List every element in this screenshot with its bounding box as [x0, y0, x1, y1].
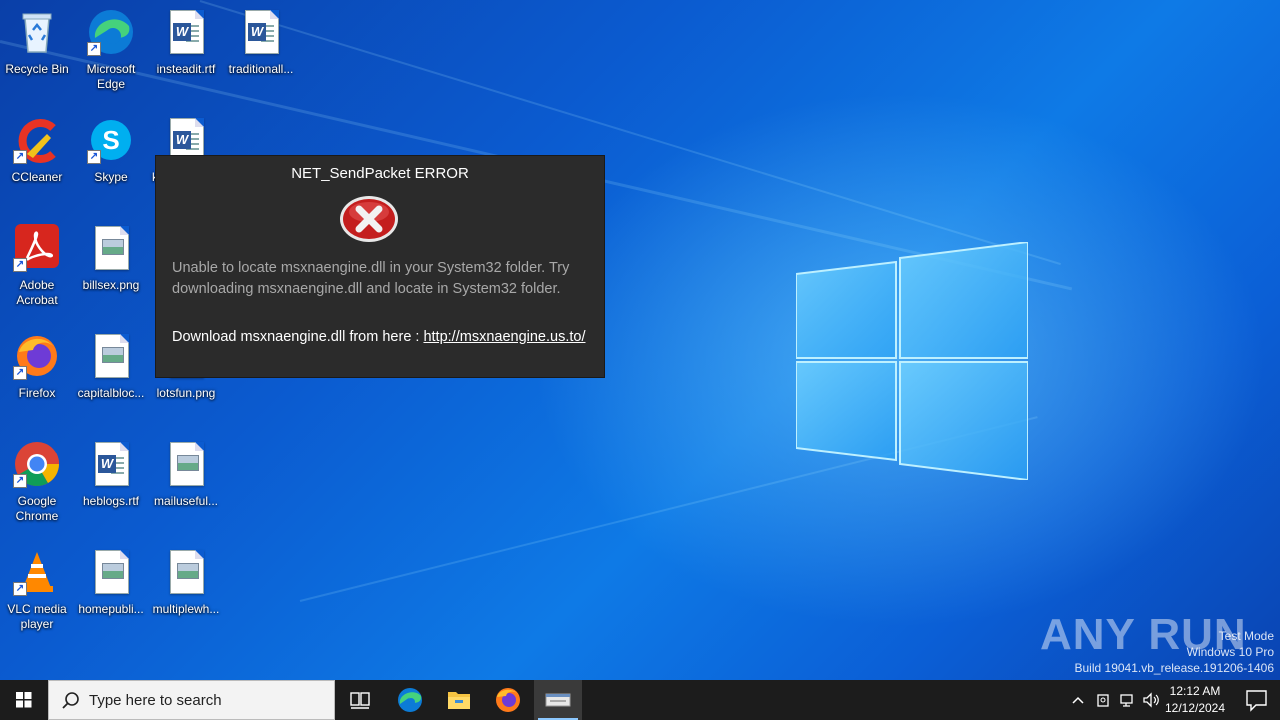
desktop: Recycle Bin ↗ CCleaner ↗ Adobe Acrobat ↗…: [0, 0, 1280, 680]
desktop-icon-skype[interactable]: S ↗ Skype: [74, 116, 148, 185]
desktop-icon-firefox[interactable]: ↗ Firefox: [0, 332, 74, 401]
windows-start-icon: [16, 692, 32, 708]
start-button[interactable]: [0, 680, 48, 720]
icon-label: traditionall...: [228, 62, 294, 76]
watermark-line: Windows 10 Pro: [1186, 645, 1274, 659]
desktop-icon-adobe-acrobat[interactable]: ↗ Adobe Acrobat: [0, 224, 74, 308]
app-window-icon: [545, 693, 571, 707]
desktop-icon-insteadit[interactable]: W insteadit.rtf: [149, 8, 223, 77]
vlc-icon: ↗: [13, 548, 61, 596]
taskbar-active-window-button[interactable]: [534, 680, 582, 720]
error-x-icon: [339, 195, 399, 243]
icon-label: homepubli...: [78, 602, 144, 616]
icon-label: mailuseful...: [153, 494, 219, 508]
word-doc-icon: W: [237, 8, 285, 56]
clock-time: 12:12 AM: [1169, 684, 1221, 698]
clock-date: 12/12/2024: [1164, 701, 1226, 715]
search-placeholder: Type here to search: [89, 692, 222, 709]
taskbar-file-explorer-button[interactable]: [435, 680, 483, 720]
notification-icon: [1246, 690, 1267, 712]
image-file-icon: [87, 224, 135, 272]
desktop-icon-traditionall[interactable]: W traditionall...: [224, 8, 298, 77]
dialog-title: NET_SendPacket ERROR: [291, 165, 469, 182]
shortcut-arrow-icon: ↗: [13, 582, 27, 596]
volume-icon[interactable]: [1141, 690, 1161, 710]
shortcut-arrow-icon: ↗: [13, 150, 27, 164]
svg-text:S: S: [102, 125, 119, 155]
desktop-icon-billsex[interactable]: billsex.png: [74, 224, 148, 293]
action-center-button[interactable]: [1234, 680, 1280, 720]
network-icon[interactable]: [1117, 690, 1137, 710]
icon-label: capitalbloc...: [77, 386, 145, 400]
icon-label: CCleaner: [11, 170, 63, 184]
dialog-message: Unable to locate msxnaengine.dll in your…: [172, 260, 570, 297]
chevron-up-icon[interactable]: [1068, 690, 1088, 710]
ccleaner-icon: ↗: [13, 116, 61, 164]
chrome-icon: ↗: [13, 440, 61, 488]
desktop-icon-mailuseful[interactable]: mailuseful...: [149, 440, 223, 509]
firefox-icon: [496, 688, 520, 712]
icon-label: Recycle Bin: [5, 62, 69, 76]
icon-label: VLC media player: [7, 602, 67, 631]
icon-label: Skype: [94, 170, 128, 184]
desktop-icon-vlc[interactable]: ↗ VLC media player: [0, 548, 74, 632]
icon-label: lotsfun.png: [156, 386, 216, 400]
shortcut-arrow-icon: ↗: [87, 42, 101, 56]
icon-label: insteadit.rtf: [156, 62, 216, 76]
icon-label: multiplewh...: [152, 602, 220, 616]
firefox-icon: ↗: [13, 332, 61, 380]
watermark-line: Build 19041.vb_release.191206-1406: [1074, 661, 1275, 675]
taskbar-search-box[interactable]: Type here to search: [48, 680, 335, 720]
icon-label: billsex.png: [82, 278, 140, 292]
error-dialog[interactable]: NET_SendPacket ERROR Unable to locate ms…: [156, 156, 604, 377]
search-icon: [62, 692, 79, 709]
image-file-icon: [162, 440, 210, 488]
desktop-icon-recycle-bin[interactable]: Recycle Bin: [0, 8, 74, 77]
recycle-bin-icon: [13, 8, 61, 56]
icon-label: Microsoft Edge: [86, 62, 136, 91]
taskbar-firefox-button[interactable]: [484, 680, 532, 720]
windows-logo: [796, 242, 1028, 480]
shortcut-arrow-icon: ↗: [13, 366, 27, 380]
image-file-icon: [87, 548, 135, 596]
word-doc-icon: W: [87, 440, 135, 488]
icon-label: Google Chrome: [15, 494, 59, 523]
shortcut-arrow-icon: ↗: [87, 150, 101, 164]
image-file-icon: [162, 548, 210, 596]
image-file-icon: [87, 332, 135, 380]
shortcut-arrow-icon: ↗: [13, 258, 27, 272]
task-view-icon: [350, 692, 370, 709]
icon-label: heblogs.rtf: [82, 494, 140, 508]
taskbar-edge-button[interactable]: [386, 680, 434, 720]
acrobat-icon: ↗: [13, 224, 61, 272]
download-link[interactable]: http://msxnaengine.us.to/: [423, 329, 585, 345]
security-tray-icon[interactable]: [1093, 690, 1113, 710]
windows-watermark: Test Mode Windows 10 Pro Build 19041.vb_…: [1075, 628, 1275, 676]
desktop-icon-multiplewh[interactable]: multiplewh...: [149, 548, 223, 617]
icon-label: Adobe Acrobat: [16, 278, 58, 307]
watermark-line: Test Mode: [1218, 629, 1274, 643]
folder-icon: [448, 692, 470, 709]
edge-icon: [398, 688, 422, 712]
skype-icon: S ↗: [87, 116, 135, 164]
download-prefix: Download msxnaengine.dll from here :: [172, 329, 424, 345]
desktop-icon-google-chrome[interactable]: ↗ Google Chrome: [0, 440, 74, 524]
shortcut-arrow-icon: ↗: [13, 474, 27, 488]
icon-label: Firefox: [18, 386, 56, 400]
word-doc-icon: W: [162, 8, 210, 56]
desktop-icon-microsoft-edge[interactable]: ↗ Microsoft Edge: [74, 8, 148, 92]
taskbar-clock[interactable]: 12:12 AM 12/12/2024: [1160, 683, 1230, 717]
desktop-icon-ccleaner[interactable]: ↗ CCleaner: [0, 116, 74, 185]
taskbar: Type here to search 12:12 AM 12/12/2024: [0, 680, 1280, 720]
edge-icon: ↗: [87, 8, 135, 56]
download-line: Download msxnaengine.dll from here : htt…: [172, 329, 602, 345]
desktop-icon-homepubli[interactable]: homepubli...: [74, 548, 148, 617]
task-view-button[interactable]: [336, 680, 384, 720]
desktop-icon-capitalbloc[interactable]: capitalbloc...: [74, 332, 148, 401]
desktop-icon-heblogs[interactable]: W heblogs.rtf: [74, 440, 148, 509]
